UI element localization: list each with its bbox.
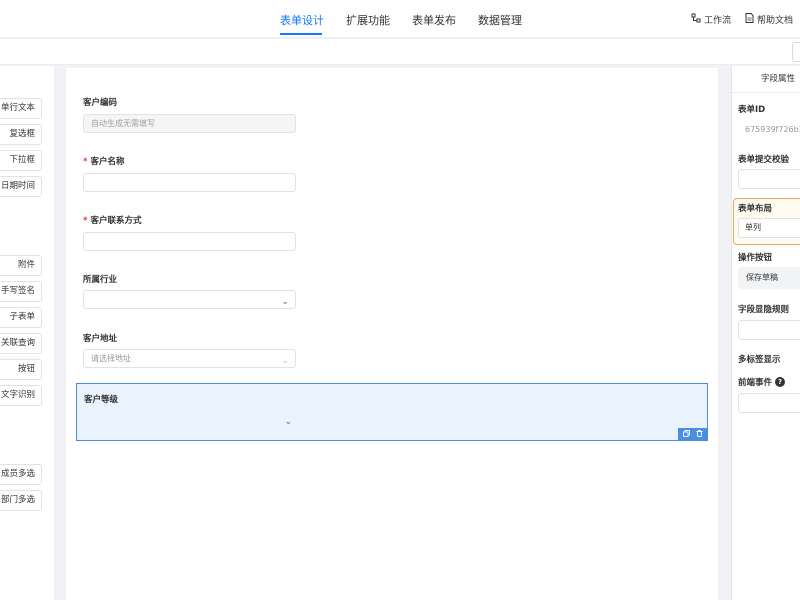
submit-validation-input[interactable] <box>738 169 800 189</box>
field-label-customer-level: 客户等级 <box>84 395 119 405</box>
chevron-down-icon: ⌄ <box>284 417 292 427</box>
active-tab-indicator <box>280 33 322 35</box>
field-label-customer-address: 客户地址 <box>83 334 118 344</box>
workflow-label: 工作流 <box>704 16 732 26</box>
component-dropdown[interactable]: 下拉框 <box>0 150 42 171</box>
frontend-events-label: 前端事件 ? <box>738 376 786 388</box>
field-label-customer-name: * 客户名称 <box>83 157 125 167</box>
tab-data-management[interactable]: 数据管理 <box>478 12 522 28</box>
properties-panel: 字段属性 表单ID 675939f726b3c 表单提交校验 表单布局 单列 操… <box>731 66 800 600</box>
component-button[interactable]: 按钮 <box>0 359 42 380</box>
component-attachment[interactable]: 附件 <box>0 255 42 276</box>
form-layout-label: 表单布局 <box>738 204 773 214</box>
document-icon <box>745 13 754 26</box>
component-single-line-text[interactable]: 单行文本 <box>0 98 42 119</box>
component-member-multi-select[interactable]: 成员多选 <box>0 464 42 485</box>
component-related-query[interactable]: 关联查询 <box>0 333 42 354</box>
chevron-down-icon: ⌄ <box>281 297 289 307</box>
form-id-label: 表单ID <box>738 105 766 115</box>
customer-code-input: 自动生成无需填写 <box>83 114 296 133</box>
tab-extensions[interactable]: 扩展功能 <box>346 12 390 28</box>
required-marker: * <box>83 216 88 226</box>
tab-field-properties[interactable]: 字段属性 <box>732 66 800 93</box>
multi-tab-label: 多标签显示 <box>738 355 781 365</box>
component-palette: 单行文本 复选框 下拉框 日期时间 附件 手写签名 子表单 关联查询 按钮 文字… <box>0 66 54 600</box>
help-doc-link[interactable]: 帮助文档 <box>745 13 793 26</box>
submit-validation-label: 表单提交校验 <box>738 155 790 165</box>
action-buttons-label: 操作按钮 <box>738 253 773 263</box>
form-layout-select[interactable]: 单列 <box>738 218 800 238</box>
help-doc-label: 帮助文档 <box>757 16 794 26</box>
workflow-icon <box>691 13 701 26</box>
tab-form-design[interactable]: 表单设计 <box>280 12 324 28</box>
required-marker: * <box>83 157 88 167</box>
address-placeholder: 请选择地址 <box>91 354 131 363</box>
copy-icon[interactable] <box>683 430 691 439</box>
field-label-customer-contact: * 客户联系方式 <box>83 216 142 226</box>
customer-address-select[interactable]: 请选择地址 ⌄ <box>83 349 296 368</box>
field-visibility-label: 字段显隐规则 <box>738 305 790 315</box>
customer-name-input[interactable] <box>83 173 296 192</box>
help-icon[interactable]: ? <box>775 377 786 387</box>
selected-field-customer-level[interactable]: 客户等级 ⌄ <box>76 383 708 441</box>
component-datetime[interactable]: 日期时间 <box>0 176 42 197</box>
field-label-customer-code: 客户编码 <box>83 98 118 108</box>
tab-form-publish[interactable]: 表单发布 <box>412 12 456 28</box>
chevron-down-icon: ⌄ <box>281 356 289 366</box>
component-checkbox[interactable]: 复选框 <box>0 124 42 145</box>
frontend-events-input[interactable] <box>738 393 800 413</box>
customer-contact-input[interactable] <box>83 232 296 251</box>
customer-level-select[interactable]: ⌄ <box>81 410 299 429</box>
form-canvas: 客户编码 自动生成无需填写 * 客户名称 * 客户联系方式 所属行业 ⌄ 客户地址 … <box>66 68 718 600</box>
form-id-value: 675939f726b3c <box>738 120 800 140</box>
field-toolbox <box>678 428 708 441</box>
component-department-multi-select[interactable]: 部门多选 <box>0 490 42 511</box>
component-signature[interactable]: 手写签名 <box>0 281 42 302</box>
toolbar-button[interactable] <box>792 42 800 62</box>
component-ocr[interactable]: 文字识别 <box>0 385 42 406</box>
field-visibility-input[interactable] <box>738 320 800 340</box>
trash-icon[interactable] <box>696 430 703 439</box>
component-subform[interactable]: 子表单 <box>0 307 42 328</box>
field-label-industry: 所属行业 <box>83 275 118 285</box>
toolbar <box>0 39 800 65</box>
industry-select[interactable]: ⌄ <box>83 290 296 309</box>
top-navigation-bar: 表单设计 扩展功能 表单发布 数据管理 工作流 帮助文档 <box>0 0 800 38</box>
save-draft-button[interactable]: 保存草稿 <box>738 267 800 289</box>
workflow-link[interactable]: 工作流 <box>691 13 731 26</box>
